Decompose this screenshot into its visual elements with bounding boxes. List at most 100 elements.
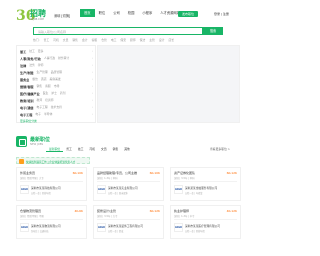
job-card[interactable]: 装修设计/主管 6K-12K 深圳 | 3-5年 | 大专 LOGO 深圳市某某装饰工程… (93, 205, 164, 239)
nav-item[interactable]: 小程序 (138, 9, 156, 17)
hot-keyword[interactable]: 主管 (149, 38, 155, 42)
hot-keyword[interactable]: 设计 (159, 38, 165, 42)
chevron-right-icon: › (92, 70, 94, 74)
hot-keyword[interactable]: 会计 (82, 38, 88, 42)
company-name[interactable]: 深圳市某某科技有限公司 (31, 186, 61, 190)
category-item[interactable]: 半导体 (44, 112, 52, 117)
hot-keyword[interactable]: 文员 (63, 38, 69, 42)
category-row[interactable]: 电子工程 电子 半导体 › (20, 112, 93, 117)
job-title[interactable]: 资产证券化团队 (174, 171, 195, 175)
job-title[interactable]: 品牌经理助理/专员，公司主推 (97, 171, 137, 175)
category-item[interactable]: 护士 (51, 91, 57, 96)
category-row[interactable]: 电子/通信 电子工程 技术支持 › (20, 105, 93, 110)
company-logo: LOGO (174, 223, 183, 232)
company-name[interactable]: 深圳某某金融服务有限公司 (185, 186, 217, 190)
job-tab[interactable]: 文员 (98, 147, 110, 152)
job-title[interactable]: 仓储物流管理员 (20, 209, 41, 213)
category-heading[interactable]: 普工 (20, 49, 26, 54)
category-item[interactable]: 市场 (54, 84, 60, 89)
category-item[interactable]: 电子工程 (37, 105, 48, 110)
category-row[interactable]: 生产/制造 生产管理 品质管理 › (20, 70, 93, 75)
job-tab[interactable]: 最新职位 (46, 147, 64, 152)
job-tab[interactable]: 销售 (110, 147, 122, 152)
hot-keyword[interactable]: 保安 (120, 38, 126, 42)
job-tab[interactable]: 司机 (86, 147, 98, 152)
job-title[interactable]: 装修设计/主管 (97, 209, 116, 213)
nav-item[interactable]: 职位 (95, 9, 110, 17)
company-name[interactable]: 深圳市某某装饰工程有限公司 (108, 224, 143, 228)
hot-keyword[interactable]: 销售 (72, 38, 78, 42)
job-title[interactable]: 外贸业务员 (20, 171, 35, 175)
category-row[interactable]: 营销/客服 销售 客服 市场 › (20, 84, 93, 89)
job-title[interactable]: 执业护理师 (174, 209, 189, 213)
company-name[interactable]: 深圳市某某实业有限公司 (108, 186, 138, 190)
nav-item[interactable]: 首页 (80, 9, 95, 17)
more-jobs-link[interactable]: 查看更多职位 > (210, 147, 230, 151)
category-heading[interactable]: 人事/财务/行政 (20, 56, 41, 61)
login-register-links[interactable]: 登录 | 注册 (214, 12, 229, 16)
category-item[interactable]: 品质管理 (51, 70, 62, 75)
category-item[interactable]: 电子 (35, 112, 41, 117)
category-row[interactable]: 医疗/健康产业 医生 护士 药剂 › (20, 91, 93, 96)
category-item[interactable]: 律师 (38, 63, 44, 68)
category-row[interactable]: 普工 技工 更多 › (20, 49, 93, 54)
job-tab[interactable]: 技工 (75, 147, 87, 152)
category-item[interactable]: 销售 (37, 84, 43, 89)
banner-area[interactable] (97, 45, 240, 123)
category-heading[interactable]: 教育/培训 (20, 98, 34, 103)
category-row[interactable]: 法律 法务 律师 › (20, 63, 93, 68)
category-heading[interactable]: 服务业 (20, 77, 29, 82)
category-heading[interactable]: 法律 (20, 63, 26, 68)
city-switcher[interactable]: 深圳 [切换] (54, 13, 70, 18)
nav-item[interactable]: 校园 (124, 9, 139, 17)
main-nav: 首页 职位 公司 校园 小程序 人才资源网站 (80, 9, 184, 17)
hot-keyword[interactable]: 厨师 (130, 38, 136, 42)
job-card[interactable]: 外贸业务员 6K-10K 深圳 | 经验不限 | 大专 LOGO 深圳市某某科技有限公司… (16, 167, 87, 201)
category-item[interactable]: 药剂 (60, 91, 66, 96)
category-heading[interactable]: 营销/客服 (20, 84, 34, 89)
promo-strip[interactable]: 快速找到满意工作 | 企业快速招到优秀人才 (16, 157, 90, 164)
category-item[interactable]: 技工 (29, 49, 35, 54)
search-input[interactable]: 请输入职位/公司名称 (33, 27, 203, 35)
category-row[interactable]: 人事/财务/行政 人事行政 财务审计 › (20, 56, 93, 61)
job-card[interactable]: 品牌经理助理/专员，公司主推 6K-10K 深圳 | 1-3年 | 本科 LOGO 深圳… (93, 167, 164, 201)
category-row[interactable]: 教育/培训 教师 培训师 › (20, 98, 93, 103)
post-job-button[interactable]: 发布职位 (178, 11, 199, 17)
job-tab[interactable]: 普工 (63, 147, 75, 152)
category-item[interactable]: 美容美发 (50, 77, 61, 82)
company-name[interactable]: 深圳市某某医疗管理有限公司 (185, 224, 220, 228)
category-heading[interactable]: 医疗/健康产业 (20, 91, 40, 96)
category-item[interactable]: 人事行政 (44, 56, 55, 61)
category-item[interactable]: 培训师 (45, 98, 53, 103)
hot-keyword[interactable]: 保洁 (140, 38, 146, 42)
category-heading[interactable]: 电子/通信 (20, 105, 34, 110)
job-tab[interactable]: 其他 (121, 147, 133, 152)
hot-keyword[interactable]: 普工 (44, 38, 50, 42)
category-row[interactable]: 服务业 餐饮 酒店 美容美发 › (20, 77, 93, 82)
hot-keyword[interactable]: 仓管 (101, 38, 107, 42)
site-logo[interactable]: 36 招聘 36JOB.COM (16, 8, 50, 26)
category-item[interactable]: 餐饮 (32, 77, 38, 82)
category-item[interactable]: 酒店 (41, 77, 47, 82)
category-item[interactable]: 技术支持 (51, 105, 62, 110)
job-card[interactable]: 仓储物流管理员 4K-6K 深圳 | 经验不限 | 不限 LOGO 深圳市某某物流有限公… (16, 205, 87, 239)
hot-keyword[interactable]: 客服 (92, 38, 98, 42)
category-item[interactable]: 教师 (37, 98, 43, 103)
job-card[interactable]: 执业护理师 4K-12K 深圳 | 1-3年 | 中专 LOGO 深圳市某某医疗管理有限… (170, 205, 241, 239)
category-item[interactable]: 生产管理 (37, 70, 48, 75)
more-categories-link[interactable]: 更多职位分类 (20, 119, 37, 123)
category-item[interactable]: 法务 (29, 63, 35, 68)
category-item[interactable]: 客服 (45, 84, 51, 89)
category-heading[interactable]: 生产/制造 (20, 70, 34, 75)
category-heading[interactable]: 电子工程 (20, 112, 32, 117)
hot-keyword[interactable]: 电工 (111, 38, 117, 42)
category-item[interactable]: 医生 (43, 91, 49, 96)
nav-item[interactable]: 公司 (109, 9, 124, 17)
category-item[interactable]: 财务审计 (58, 56, 69, 61)
hot-keyword[interactable]: 司机 (53, 38, 59, 42)
job-card[interactable]: 资产证券化团队 6K-12K 深圳 | 3-5年 | 本科 LOGO 深圳某某金融服务有… (170, 167, 241, 201)
company-name[interactable]: 深圳市某某物流有限公司 (31, 224, 61, 228)
search-button[interactable]: 搜索 (203, 27, 223, 35)
category-more[interactable]: 更多 (38, 49, 44, 54)
hot-keyword[interactable]: 店长 (168, 38, 174, 42)
